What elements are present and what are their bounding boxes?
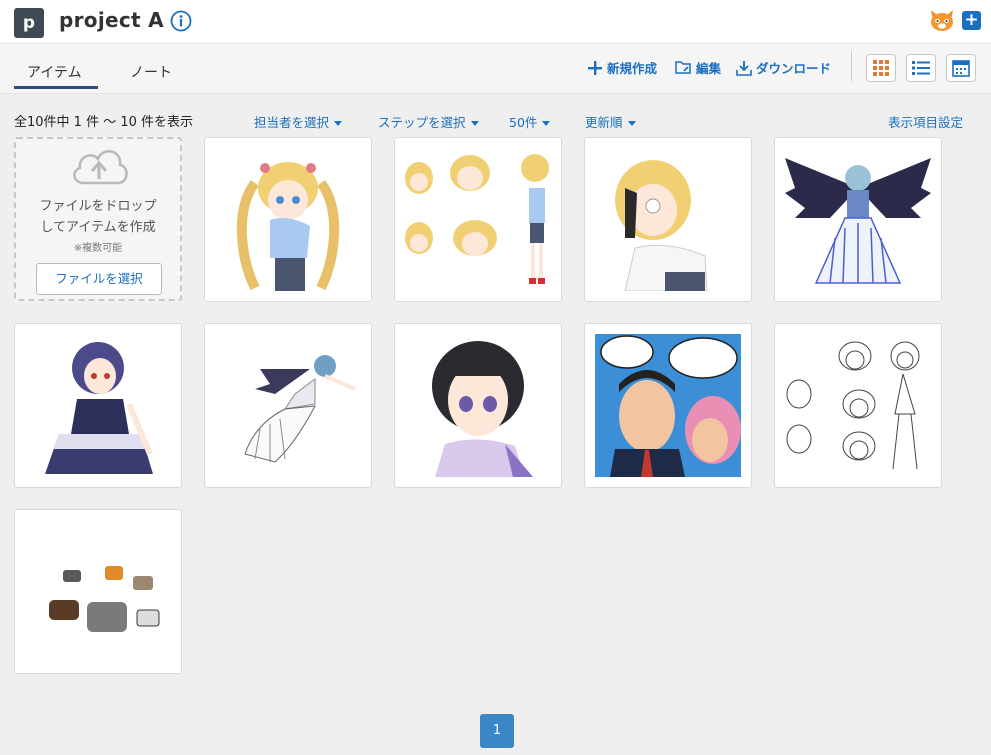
- dropzone-note: ※複数可能: [73, 243, 123, 254]
- list-view-button[interactable]: [906, 54, 936, 82]
- download-button[interactable]: ダウンロード: [736, 58, 831, 77]
- item-count: 全10件中 1 件 〜 10 件を表示: [14, 115, 194, 130]
- toolbar-divider: [851, 51, 852, 81]
- item-thumbnail: [215, 148, 361, 291]
- dropzone-line1: ファイルをドロップ: [39, 199, 157, 214]
- assignee-filter[interactable]: 担当者を選択: [254, 112, 343, 131]
- item-thumbnail: [25, 520, 171, 663]
- item-thumbnail: [785, 148, 931, 291]
- item-thumbnail: [595, 334, 741, 477]
- item-card[interactable]: [584, 323, 752, 488]
- add-icon[interactable]: +: [962, 11, 981, 30]
- calendar-view-icon: [952, 60, 970, 77]
- item-card[interactable]: [774, 323, 942, 488]
- tab-notes[interactable]: ノート: [130, 62, 172, 82]
- grid-view-button[interactable]: [866, 54, 896, 82]
- item-thumbnail: [215, 334, 361, 477]
- item-card[interactable]: [14, 323, 182, 488]
- cat-avatar-icon[interactable]: [928, 6, 956, 34]
- item-card[interactable]: [14, 509, 182, 674]
- tab-items[interactable]: アイテム: [27, 62, 82, 82]
- list-view-icon: [912, 61, 930, 75]
- per-page-label: 50件: [509, 115, 538, 130]
- sort-label: 更新順: [585, 115, 623, 130]
- item-thumbnail: [595, 148, 741, 291]
- plus-icon: [588, 60, 602, 75]
- assignee-filter-label: 担当者を選択: [254, 115, 330, 130]
- calendar-view-button[interactable]: [946, 54, 976, 82]
- pagination-page-1[interactable]: 1: [480, 714, 514, 748]
- edit-button[interactable]: 編集: [675, 58, 721, 77]
- item-card[interactable]: [774, 137, 942, 302]
- select-file-button[interactable]: ファイルを選択: [36, 263, 162, 295]
- item-thumbnail: [405, 334, 551, 477]
- cloud-upload-icon: [73, 150, 128, 185]
- project-name[interactable]: project A: [59, 8, 164, 32]
- caret-down-icon: [627, 121, 636, 126]
- item-thumbnail: [785, 334, 931, 477]
- new-label: 新規作成: [607, 61, 658, 76]
- active-tab-indicator: [14, 86, 98, 89]
- project-badge[interactable]: p: [14, 8, 44, 38]
- tab-bar: アイテム ノート 新規作成 編集 ダウンロード: [0, 44, 991, 94]
- dropzone-line2: してアイテムを作成: [40, 220, 156, 235]
- item-thumbnail: [405, 148, 551, 291]
- item-thumbnail: [25, 334, 171, 477]
- grid-view-icon: [873, 60, 889, 76]
- step-filter[interactable]: ステップを選択: [378, 112, 479, 131]
- file-dropzone[interactable]: ファイルをドロップ してアイテムを作成 ※複数可能 ファイルを選択: [14, 137, 182, 301]
- info-circle-icon[interactable]: [170, 10, 192, 32]
- item-card[interactable]: [204, 137, 372, 302]
- item-card[interactable]: [584, 137, 752, 302]
- sort-select[interactable]: 更新順: [585, 112, 636, 131]
- download-label: ダウンロード: [756, 61, 832, 76]
- display-settings-link[interactable]: 表示項目設定: [888, 112, 963, 131]
- item-card[interactable]: [204, 323, 372, 488]
- per-page-select[interactable]: 50件: [509, 112, 551, 131]
- download-icon: [736, 60, 752, 76]
- caret-down-icon: [334, 121, 343, 126]
- new-button[interactable]: 新規作成: [587, 58, 657, 77]
- app-header: p project A +: [0, 0, 991, 44]
- step-filter-label: ステップを選択: [378, 115, 466, 130]
- folder-edit-icon: [675, 61, 691, 74]
- caret-down-icon: [470, 121, 479, 126]
- caret-down-icon: [542, 121, 551, 126]
- item-card[interactable]: [394, 137, 562, 302]
- item-card[interactable]: [394, 323, 562, 488]
- edit-label: 編集: [696, 61, 722, 76]
